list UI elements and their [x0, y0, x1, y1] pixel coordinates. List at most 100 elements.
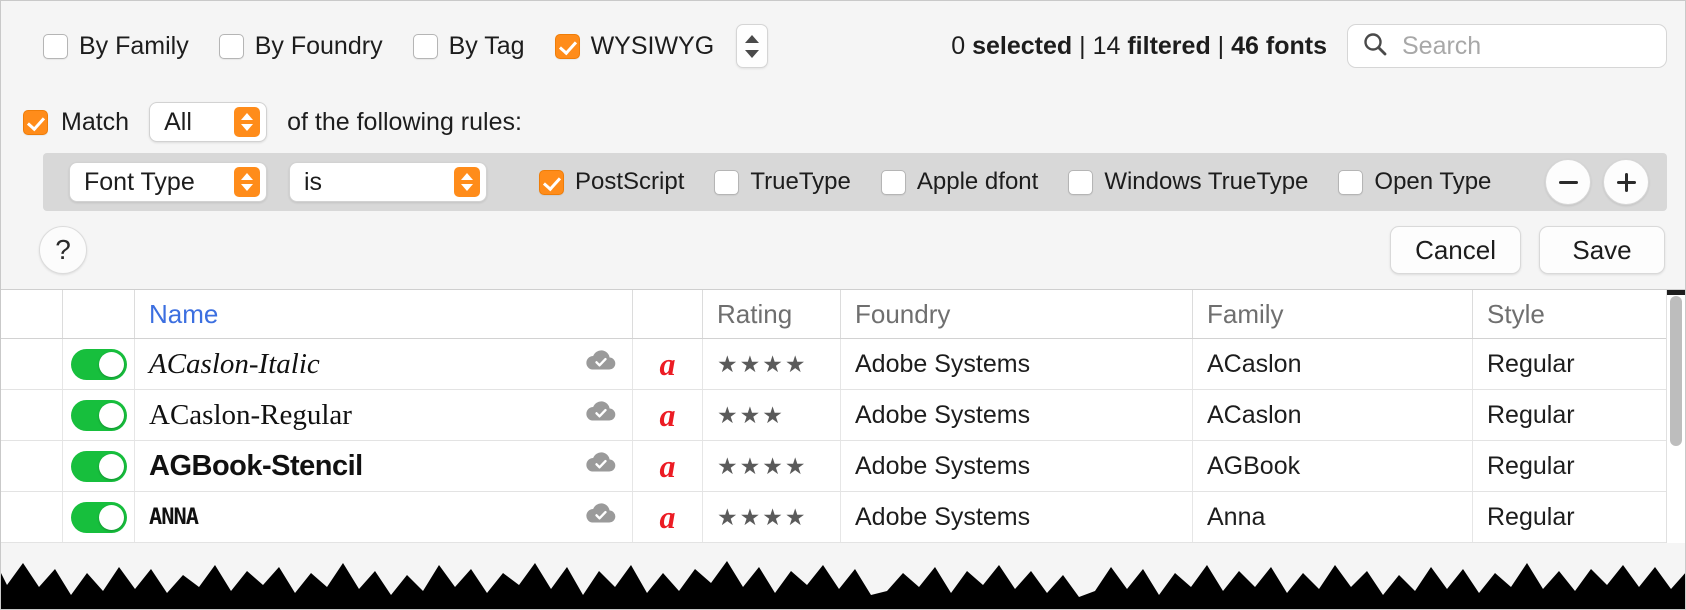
row-select-cell[interactable] — [1, 390, 63, 440]
rule-operator-dropdown[interactable]: is — [289, 162, 487, 202]
chevron-up-down-icon[interactable] — [234, 107, 261, 137]
font-enable-toggle[interactable] — [63, 339, 135, 389]
question-mark-icon: ? — [55, 234, 71, 265]
checkbox-box[interactable] — [218, 33, 244, 59]
chevron-up-down-icon[interactable] — [234, 167, 260, 197]
match-suffix-label: of the following rules: — [287, 107, 522, 136]
foundry-cell: Adobe Systems — [841, 492, 1193, 542]
checkbox-apple-dfont[interactable]: Apple dfont — [880, 168, 1038, 196]
rating-stars: ★★★★ — [717, 452, 808, 479]
font-enable-toggle[interactable] — [63, 390, 135, 440]
search-input[interactable] — [1400, 30, 1652, 62]
remove-rule-button[interactable] — [1545, 159, 1591, 205]
save-button[interactable]: Save — [1539, 226, 1665, 274]
checkbox-label: PostScript — [575, 168, 685, 195]
rule-operator-value: is — [304, 167, 323, 196]
checkbox-box[interactable] — [714, 169, 740, 195]
rule-row: Font Type is PostScript TrueType Apple d… — [43, 153, 1667, 211]
font-name-cell: ANNA — [135, 492, 633, 542]
checkbox-box[interactable] — [1068, 169, 1094, 195]
checkbox-box-checked[interactable] — [23, 109, 48, 135]
red-a-icon: a — [659, 346, 676, 382]
checkbox-label: Windows TrueType — [1104, 168, 1309, 195]
stepper-up-icon[interactable] — [745, 34, 760, 43]
separator-2: | — [1217, 31, 1225, 60]
header-style[interactable]: Style — [1473, 290, 1685, 338]
rating-cell[interactable]: ★★★★ — [703, 339, 841, 389]
checkbox-by-tag[interactable]: By Tag — [412, 32, 525, 61]
checkbox-box[interactable] — [412, 33, 438, 59]
dialog-actions: ? Cancel Save — [1, 211, 1685, 289]
checkbox-by-family[interactable]: By Family — [43, 32, 189, 61]
search-field[interactable] — [1347, 24, 1667, 68]
checkbox-box-checked[interactable] — [539, 169, 564, 195]
font-enable-toggle[interactable] — [63, 492, 135, 542]
font-name-cell: ACaslon-Regular — [135, 390, 633, 440]
style-cell: Regular — [1473, 492, 1685, 542]
font-type-cell: a — [633, 492, 703, 542]
rating-cell[interactable]: ★★★★ — [703, 441, 841, 491]
toggle-on-icon[interactable] — [70, 450, 127, 482]
checkbox-truetype[interactable]: TrueType — [714, 168, 851, 196]
header-foundry[interactable]: Foundry — [841, 290, 1193, 338]
family-cell: ACaslon — [1193, 390, 1473, 440]
checkbox-box[interactable] — [880, 169, 906, 195]
table-row[interactable]: ANNA a ★★★★ Adobe Systems Anna Regular — [1, 492, 1685, 543]
checkbox-wysiwyg[interactable]: WYSIWYG — [554, 32, 714, 61]
checkbox-open-type[interactable]: Open Type — [1338, 168, 1491, 196]
checkbox-box[interactable] — [1338, 169, 1364, 195]
row-select-cell[interactable] — [1, 492, 63, 542]
selected-label: selected — [972, 31, 1073, 60]
table-row[interactable]: ACaslon-Italic a ★★★★ Adobe Systems ACas… — [1, 339, 1685, 390]
rule-criterion-dropdown[interactable]: Font Type — [69, 162, 267, 202]
checkbox-box-checked[interactable] — [554, 33, 580, 59]
rating-cell[interactable]: ★★★ — [703, 390, 841, 440]
checkbox-label: TrueType — [750, 168, 851, 195]
font-type-cell: a — [633, 390, 703, 440]
toggle-on-icon[interactable] — [70, 399, 127, 431]
cancel-button[interactable]: Cancel — [1390, 226, 1521, 274]
table-scrollbar[interactable] — [1666, 290, 1685, 543]
row-select-cell[interactable] — [1, 339, 63, 389]
checkbox-windows-truetype[interactable]: Windows TrueType — [1068, 168, 1308, 196]
add-rule-button[interactable] — [1603, 159, 1649, 205]
font-name-cell: ACaslon-Italic — [135, 339, 633, 389]
font-name: ACaslon-Italic — [149, 347, 320, 380]
table-row[interactable]: AGBook-Stencil a ★★★★ Adobe Systems AGBo… — [1, 441, 1685, 492]
font-name: ANNA — [149, 504, 199, 530]
font-manager-window: By Family By Foundry By Tag WYSIWYG 0 se… — [0, 0, 1686, 610]
chevron-up-down-icon[interactable] — [454, 167, 480, 197]
header-icons — [633, 290, 703, 338]
style-cell: Regular — [1473, 441, 1685, 491]
font-name-cell: AGBook-Stencil — [135, 441, 633, 491]
font-type-cell: a — [633, 441, 703, 491]
font-name: AGBook-Stencil — [149, 449, 363, 482]
style-cell: Regular — [1473, 390, 1685, 440]
toggle-on-icon[interactable] — [70, 348, 127, 380]
table-row[interactable]: ACaslon-Regular a ★★★ Adobe Systems ACas… — [1, 390, 1685, 441]
header-family[interactable]: Family — [1193, 290, 1473, 338]
checkbox-box[interactable] — [43, 33, 68, 59]
font-enable-toggle[interactable] — [63, 441, 135, 491]
foundry-cell: Adobe Systems — [841, 339, 1193, 389]
stepper-down-icon[interactable] — [745, 49, 760, 58]
header-rating[interactable]: Rating — [703, 290, 841, 338]
help-button[interactable]: ? — [39, 226, 87, 274]
checkbox-postscript[interactable]: PostScript — [539, 168, 684, 196]
rating-cell[interactable]: ★★★★ — [703, 492, 841, 542]
row-select-cell[interactable] — [1, 441, 63, 491]
toggle-on-icon[interactable] — [70, 501, 127, 533]
scrollbar-thumb[interactable] — [1670, 296, 1682, 446]
preview-size-stepper[interactable] — [736, 24, 769, 68]
separator-1: | — [1079, 31, 1086, 60]
font-type-cell: a — [633, 339, 703, 389]
match-mode-dropdown[interactable]: All — [149, 102, 268, 142]
rules-area: Font Type is PostScript TrueType Apple d… — [1, 153, 1685, 211]
match-row: Match All of the following rules: — [1, 91, 1685, 153]
red-a-icon: a — [659, 448, 676, 484]
rating-stars: ★★★★ — [717, 503, 808, 530]
checkbox-by-foundry[interactable]: By Foundry — [218, 32, 383, 61]
checkbox-match-enable[interactable]: Match — [23, 108, 129, 137]
cloud-check-icon — [584, 451, 618, 482]
header-name[interactable]: Name — [135, 290, 633, 338]
